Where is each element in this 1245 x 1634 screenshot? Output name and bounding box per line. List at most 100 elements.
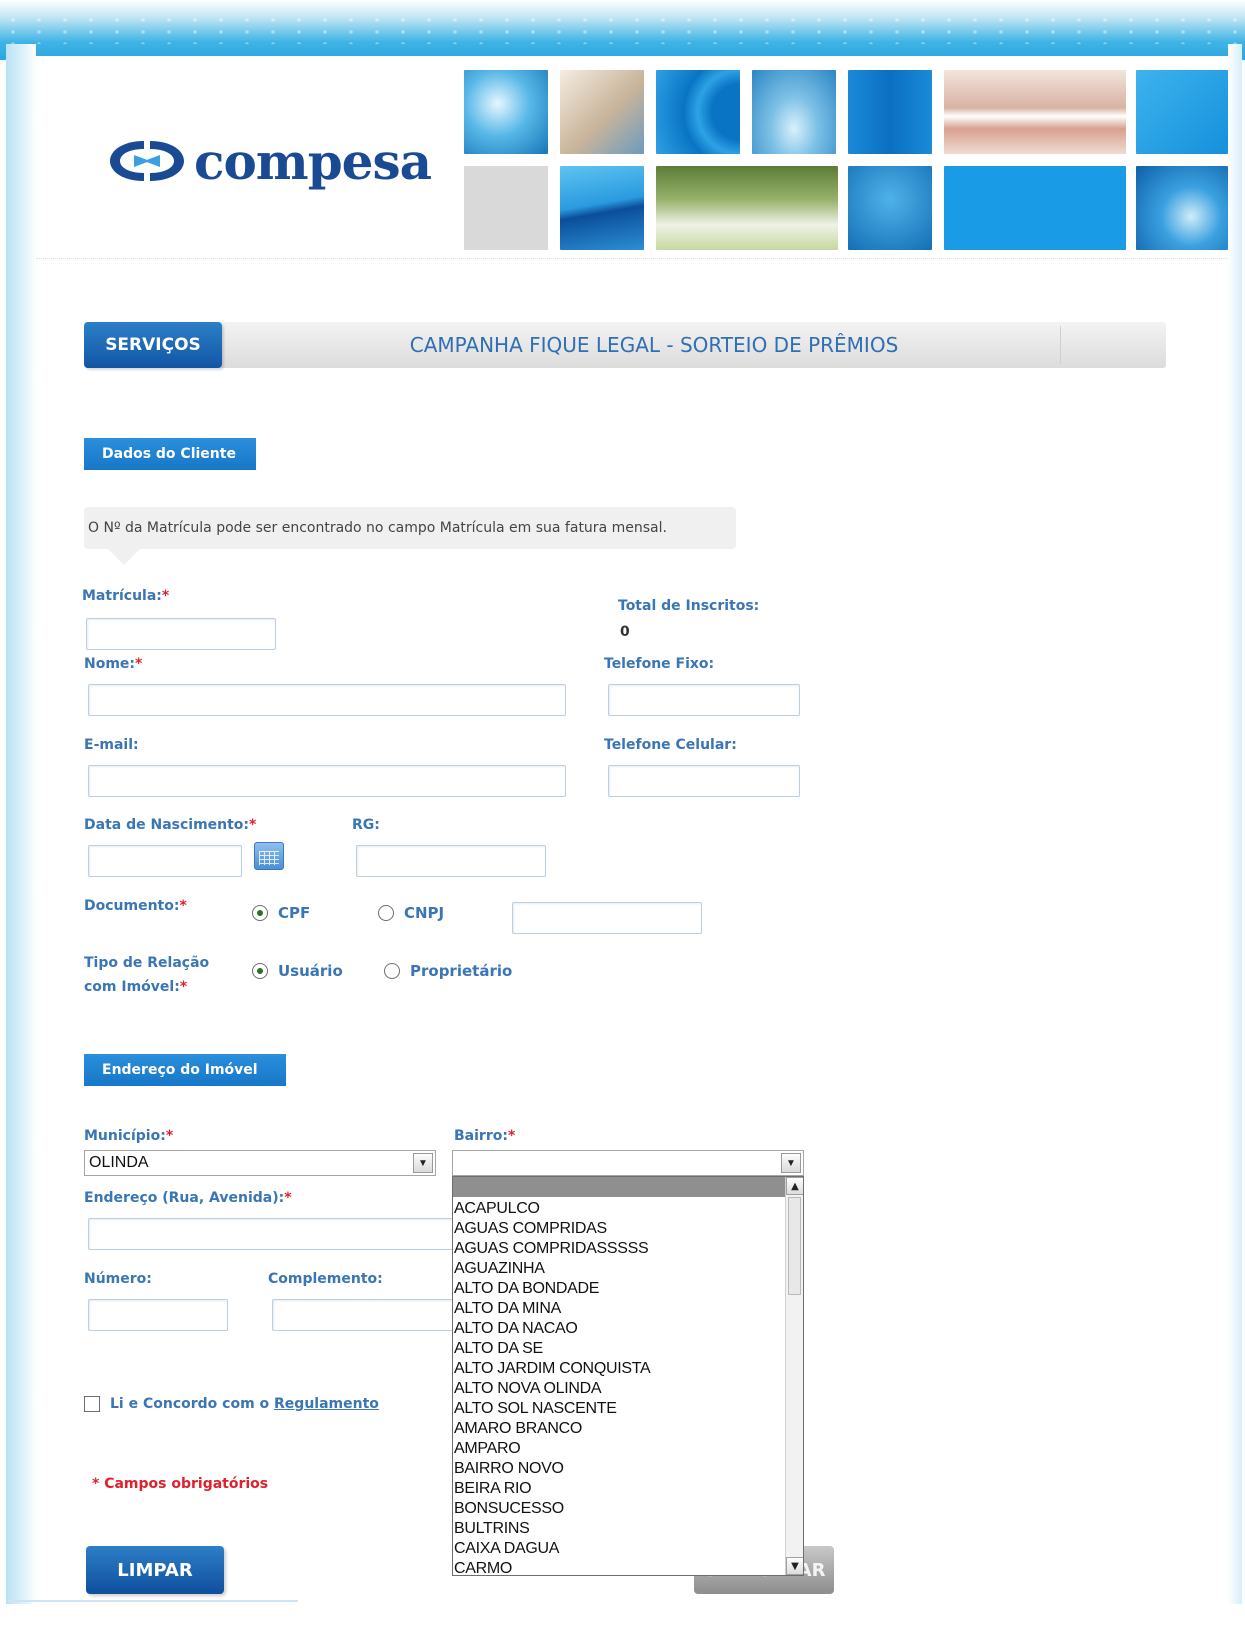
bottom-decor-line bbox=[8, 1600, 298, 1602]
telefone-celular-label: Telefone Celular: bbox=[604, 737, 737, 753]
header-photo-mosaic bbox=[464, 70, 1228, 254]
photo-water-curve bbox=[656, 70, 740, 154]
photo-water-splash-2 bbox=[1136, 166, 1228, 250]
agreement-label: Li e Concordo com o Regulamento bbox=[110, 1396, 379, 1412]
rg-label: RG: bbox=[352, 817, 380, 833]
agreement-checkbox[interactable] bbox=[84, 1396, 100, 1412]
documento-label: Documento:* bbox=[84, 898, 187, 914]
bairro-dropdown-list[interactable]: ACAPULCO AGUAS COMPRIDAS AGUAS COMPRIDASSS… bbox=[452, 1176, 804, 1576]
radio-unselected-icon bbox=[384, 963, 400, 979]
right-decor-stripe bbox=[1228, 44, 1242, 1604]
documento-input[interactable] bbox=[512, 902, 702, 934]
scrollbar-thumb[interactable] bbox=[788, 1197, 801, 1295]
complemento-input[interactable] bbox=[272, 1299, 468, 1331]
photo-blue-tile-3 bbox=[944, 166, 1126, 250]
chevron-down-icon[interactable]: ▼ bbox=[413, 1153, 433, 1173]
photo-bubbles bbox=[848, 166, 932, 250]
logo-text: compesa bbox=[194, 131, 432, 191]
municipio-label: Município:* bbox=[84, 1128, 174, 1144]
required-fields-note: * Campos obrigatórios bbox=[92, 1476, 269, 1492]
radio-cnpj[interactable]: CNPJ bbox=[378, 904, 444, 922]
scroll-down-icon[interactable]: ▼ bbox=[786, 1557, 803, 1575]
total-inscritos-value: 0 bbox=[620, 624, 630, 640]
dropdown-option[interactable]: ALTO DA MINA bbox=[454, 1299, 784, 1319]
compesa-logo-mark-icon bbox=[110, 141, 184, 181]
radio-usuario-label: Usuário bbox=[278, 962, 343, 980]
endereco-label: Endereço (Rua, Avenida):* bbox=[84, 1190, 292, 1206]
dropdown-option[interactable]: AGUAS COMPRIDAS bbox=[454, 1219, 784, 1239]
compesa-logo[interactable]: compesa bbox=[104, 126, 432, 196]
dropdown-option[interactable]: AMPARO bbox=[454, 1439, 784, 1459]
municipio-selected-value: OLINDA bbox=[89, 1154, 149, 1171]
section-tag-address: Endereço do Imóvel bbox=[84, 1054, 286, 1086]
relacao-label-line2: com Imóvel:* bbox=[84, 979, 188, 995]
dropdown-option[interactable]: ALTO DA SE bbox=[454, 1339, 784, 1359]
photo-blue-tile-1 bbox=[848, 70, 932, 154]
limpar-button[interactable]: LIMPAR bbox=[86, 1546, 224, 1594]
photo-grey-tile bbox=[464, 166, 548, 250]
dropdown-option[interactable]: ACAPULCO bbox=[454, 1199, 784, 1219]
campaign-title: CAMPANHA FIQUE LEGAL - SORTEIO DE PRÊMIO… bbox=[409, 333, 899, 357]
info-hint-box: O Nº da Matrícula pode ser encontrado no… bbox=[84, 507, 736, 549]
radio-proprietario-label: Proprietário bbox=[410, 962, 513, 980]
calendar-icon[interactable] bbox=[254, 842, 284, 870]
header-water-band bbox=[0, 0, 1245, 60]
dropdown-option[interactable]: AGUAZINHA bbox=[454, 1259, 784, 1279]
dropdown-option[interactable]: ALTO JARDIM CONQUISTA bbox=[454, 1359, 784, 1379]
data-nascimento-input[interactable] bbox=[88, 845, 242, 877]
total-inscritos-label: Total de Inscritos: bbox=[618, 598, 760, 614]
regulamento-link[interactable]: Regulamento bbox=[274, 1396, 379, 1412]
info-hint-tail bbox=[108, 549, 140, 565]
photo-smile bbox=[944, 70, 1126, 154]
bairro-select[interactable]: ▼ bbox=[452, 1150, 804, 1176]
email-input[interactable] bbox=[88, 765, 566, 797]
complemento-label: Complemento: bbox=[268, 1271, 383, 1287]
dropdown-blank-option[interactable] bbox=[453, 1177, 785, 1197]
dropdown-option[interactable]: ALTO DA NACAO bbox=[454, 1319, 784, 1339]
dropdown-scrollbar[interactable]: ▲ ▼ bbox=[785, 1177, 803, 1575]
radio-unselected-icon bbox=[378, 905, 394, 921]
dropdown-options: ACAPULCO AGUAS COMPRIDAS AGUAS COMPRIDASSS… bbox=[454, 1199, 784, 1575]
dropdown-option[interactable]: CAIXA DAGUA bbox=[454, 1539, 784, 1559]
radio-cnpj-label: CNPJ bbox=[404, 904, 445, 922]
photo-water-wave bbox=[560, 166, 644, 250]
radio-cpf[interactable]: CPF bbox=[252, 904, 310, 922]
dropdown-option[interactable]: CARMO bbox=[454, 1559, 784, 1575]
dropdown-option[interactable]: ALTO NOVA OLINDA bbox=[454, 1379, 784, 1399]
telefone-fixo-label: Telefone Fixo: bbox=[604, 656, 715, 672]
bairro-label: Bairro:* bbox=[454, 1128, 516, 1144]
relacao-label-line1: Tipo de Relação bbox=[84, 955, 210, 971]
chevron-down-icon[interactable]: ▼ bbox=[781, 1153, 801, 1173]
matricula-input[interactable] bbox=[86, 618, 276, 650]
dropdown-option[interactable]: AMARO BRANCO bbox=[454, 1419, 784, 1439]
radio-cpf-label: CPF bbox=[278, 904, 311, 922]
dropdown-option[interactable]: AGUAS COMPRIDASSSSS bbox=[454, 1239, 784, 1259]
dropdown-option[interactable]: BAIRRO NOVO bbox=[454, 1459, 784, 1479]
data-nascimento-label: Data de Nascimento:* bbox=[84, 817, 257, 833]
photo-child-drinking bbox=[560, 70, 644, 154]
header-divider bbox=[36, 258, 1228, 259]
dropdown-option[interactable]: BONSUCESSO bbox=[454, 1499, 784, 1519]
radio-selected-icon bbox=[252, 905, 268, 921]
dropdown-option[interactable]: ALTO SOL NASCENTE bbox=[454, 1399, 784, 1419]
endereco-input[interactable] bbox=[88, 1218, 468, 1250]
photo-flowers-watering bbox=[656, 166, 838, 250]
rg-input[interactable] bbox=[356, 845, 546, 877]
nome-input[interactable] bbox=[88, 684, 566, 716]
dropdown-option[interactable]: ALTO DA BONDADE bbox=[454, 1279, 784, 1299]
municipio-select[interactable]: OLINDA ▼ bbox=[84, 1150, 436, 1176]
nome-label: Nome:* bbox=[84, 656, 143, 672]
dropdown-option[interactable]: BULTRINS bbox=[454, 1519, 784, 1539]
section-tag-client-data: Dados do Cliente bbox=[84, 438, 256, 470]
scroll-up-icon[interactable]: ▲ bbox=[786, 1177, 803, 1195]
matricula-label: Matrícula:* bbox=[82, 588, 170, 604]
dropdown-option[interactable]: BEIRA RIO bbox=[454, 1479, 784, 1499]
numero-label: Número: bbox=[84, 1271, 152, 1287]
services-button[interactable]: SERVIÇOS bbox=[84, 322, 222, 368]
photo-water-splash bbox=[464, 70, 548, 154]
radio-proprietario[interactable]: Proprietário bbox=[384, 962, 512, 980]
numero-input[interactable] bbox=[88, 1299, 228, 1331]
radio-usuario[interactable]: Usuário bbox=[252, 962, 343, 980]
telefone-celular-input[interactable] bbox=[608, 765, 800, 797]
telefone-fixo-input[interactable] bbox=[608, 684, 800, 716]
